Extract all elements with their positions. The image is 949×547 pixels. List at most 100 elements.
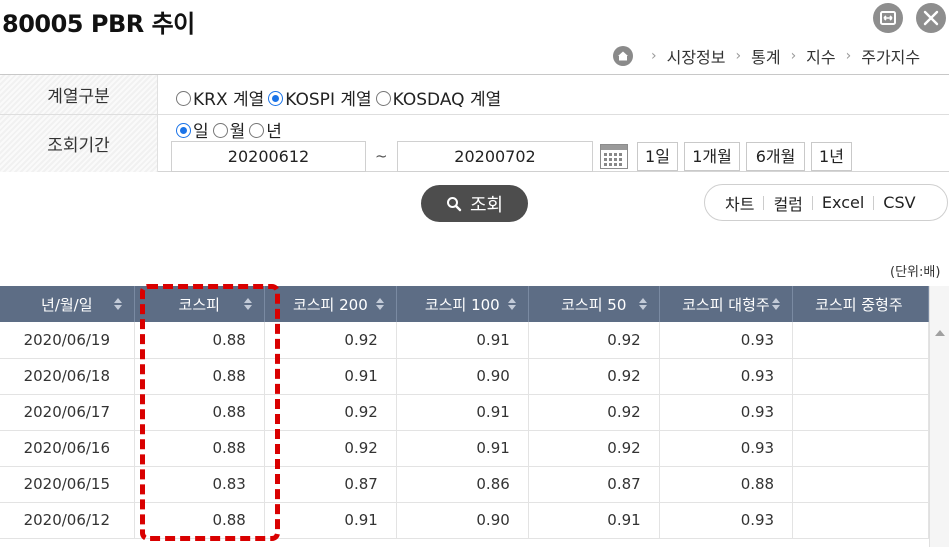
col-header-label: 년/월/일	[41, 295, 93, 314]
radio-year[interactable]	[249, 123, 265, 138]
cell-value: 0.91	[396, 430, 529, 467]
radio-kosdaq-label[interactable]: KOSDAQ 계열	[393, 85, 502, 110]
radio-day-label[interactable]: 일	[193, 117, 209, 142]
range-1month-button[interactable]: 1개월	[684, 142, 740, 171]
col-header-date[interactable]: 년/월/일	[0, 286, 135, 322]
period-label: 조회기간	[0, 115, 158, 172]
col-header-label: 코스피 200	[292, 295, 368, 314]
sort-icon[interactable]	[772, 298, 781, 310]
range-1year-button[interactable]: 1년	[811, 142, 852, 171]
expand-button[interactable]	[873, 3, 903, 33]
sort-icon[interactable]	[113, 298, 122, 310]
cell-value: 0.86	[396, 466, 529, 503]
date-range-separator: ~	[375, 147, 388, 165]
table-row: 2020/06/15 0.83 0.87 0.86 0.87 0.88	[0, 466, 929, 503]
breadcrumb-separator: ›	[790, 48, 797, 64]
radio-month-label[interactable]: 월	[230, 117, 246, 142]
search-button[interactable]: 조회	[421, 185, 528, 222]
start-date-input[interactable]: 20200612	[171, 141, 366, 172]
cell-value: 0.87	[528, 466, 660, 503]
col-header-label: 코스피 100	[424, 295, 500, 314]
cell-value: 0.92	[528, 358, 660, 395]
breadcrumb-item[interactable]: 시장정보	[667, 44, 726, 68]
table-body: 2020/06/19 0.88 0.92 0.91 0.92 0.93 2020/06/18…	[0, 322, 929, 539]
cell-value: 0.88	[134, 430, 265, 467]
cell-value: 0.92	[528, 394, 660, 431]
table-row: 2020/06/17 0.88 0.92 0.91 0.92 0.93	[0, 394, 929, 431]
cell-value: 0.93	[659, 430, 794, 467]
col-header-kospi-large[interactable]: 코스피 대형주	[659, 286, 794, 322]
csv-button[interactable]: CSV	[874, 193, 924, 212]
filter-panel: 계열구분 KRX 계열 KOSPI 계열 KOSDAQ 계열 조회기간 일 월 …	[0, 74, 949, 172]
sort-icon[interactable]	[243, 298, 252, 310]
cell-value: 0.91	[528, 502, 660, 539]
col-header-kospi200[interactable]: 코스피 200	[264, 286, 397, 322]
cell-value: 0.83	[134, 466, 265, 503]
breadcrumb-separator: ›	[845, 48, 852, 64]
cell-date: 2020/06/15	[0, 466, 135, 503]
sort-icon[interactable]	[638, 298, 647, 310]
table-row: 2020/06/12 0.88 0.91 0.90 0.91 0.93	[0, 502, 929, 539]
cell-value	[792, 358, 929, 395]
radio-month[interactable]	[212, 123, 228, 138]
pbr-table-container: 년/월/일 코스피 코스피 200 코스피 100 코스피 50 코스피 대형주…	[0, 286, 929, 547]
vertical-scrollbar[interactable]	[929, 286, 949, 547]
expand-icon	[880, 11, 896, 25]
cell-value	[792, 430, 929, 467]
excel-button[interactable]: Excel	[813, 193, 873, 212]
cell-date: 2020/06/16	[0, 430, 135, 467]
sort-icon[interactable]	[507, 298, 516, 310]
end-date-input[interactable]: 20200702	[397, 141, 593, 172]
col-header-label: 코스피 50	[561, 295, 627, 314]
cell-value: 0.92	[528, 430, 660, 467]
period-radio-group: 일 월 년	[176, 117, 286, 142]
cell-value: 0.87	[264, 466, 397, 503]
radio-kospi[interactable]	[268, 91, 284, 106]
col-header-kospi-mid[interactable]: 코스피 중형주	[792, 286, 929, 322]
home-icon[interactable]	[613, 46, 633, 66]
scroll-up-icon[interactable]	[935, 330, 945, 336]
radio-krx[interactable]	[176, 91, 191, 106]
col-header-label: 코스피 대형주	[682, 295, 770, 314]
cell-value: 0.91	[264, 358, 397, 395]
range-1day-button[interactable]: 1일	[637, 142, 678, 171]
cell-date: 2020/06/12	[0, 502, 135, 539]
chart-button[interactable]: 차트	[705, 191, 763, 215]
cell-date: 2020/06/19	[0, 322, 135, 359]
col-header-kospi50[interactable]: 코스피 50	[528, 286, 660, 322]
cell-date: 2020/06/17	[0, 394, 135, 431]
cell-value: 0.93	[659, 322, 794, 359]
table-header-row: 년/월/일 코스피 코스피 200 코스피 100 코스피 50 코스피 대형주…	[0, 286, 929, 322]
radio-krx-label[interactable]: KRX 계열	[193, 85, 264, 110]
cell-value: 0.88	[134, 322, 265, 359]
calendar-button[interactable]	[599, 142, 629, 171]
search-button-label: 조회	[469, 194, 504, 216]
table-row: 2020/06/18 0.88 0.91 0.90 0.92 0.93	[0, 358, 929, 395]
breadcrumb-item[interactable]: 주가지수	[861, 44, 920, 68]
range-6month-button[interactable]: 6개월	[746, 142, 805, 171]
cell-value	[792, 502, 929, 539]
cell-value: 0.91	[396, 322, 529, 359]
close-button[interactable]	[916, 3, 946, 33]
calendar-icon	[600, 144, 628, 169]
cell-value: 0.93	[659, 394, 794, 431]
table-row: 2020/06/16 0.88 0.92 0.91 0.92 0.93	[0, 430, 929, 467]
cell-value: 0.92	[264, 430, 397, 467]
col-header-kospi100[interactable]: 코스피 100	[396, 286, 529, 322]
cell-value: 0.88	[134, 502, 265, 539]
radio-kosdaq[interactable]	[375, 91, 391, 106]
sort-icon[interactable]	[375, 298, 384, 310]
radio-kospi-label[interactable]: KOSPI 계열	[285, 85, 371, 110]
column-button[interactable]: 컬럼	[764, 191, 811, 215]
cell-date: 2020/06/18	[0, 358, 135, 395]
breadcrumb: › 시장정보 › 통계 › 지수 › 주가지수	[613, 44, 920, 68]
radio-year-label[interactable]: 년	[266, 117, 282, 142]
radio-day[interactable]	[176, 123, 191, 138]
cell-value: 0.88	[134, 358, 265, 395]
breadcrumb-item[interactable]: 통계	[751, 44, 780, 68]
cell-value: 0.88	[659, 466, 794, 503]
export-toolbar: 차트 컬럼 Excel CSV	[704, 184, 948, 221]
col-header-kospi[interactable]: 코스피	[134, 286, 265, 322]
breadcrumb-item[interactable]: 지수	[806, 44, 835, 68]
cell-value: 0.93	[659, 358, 794, 395]
